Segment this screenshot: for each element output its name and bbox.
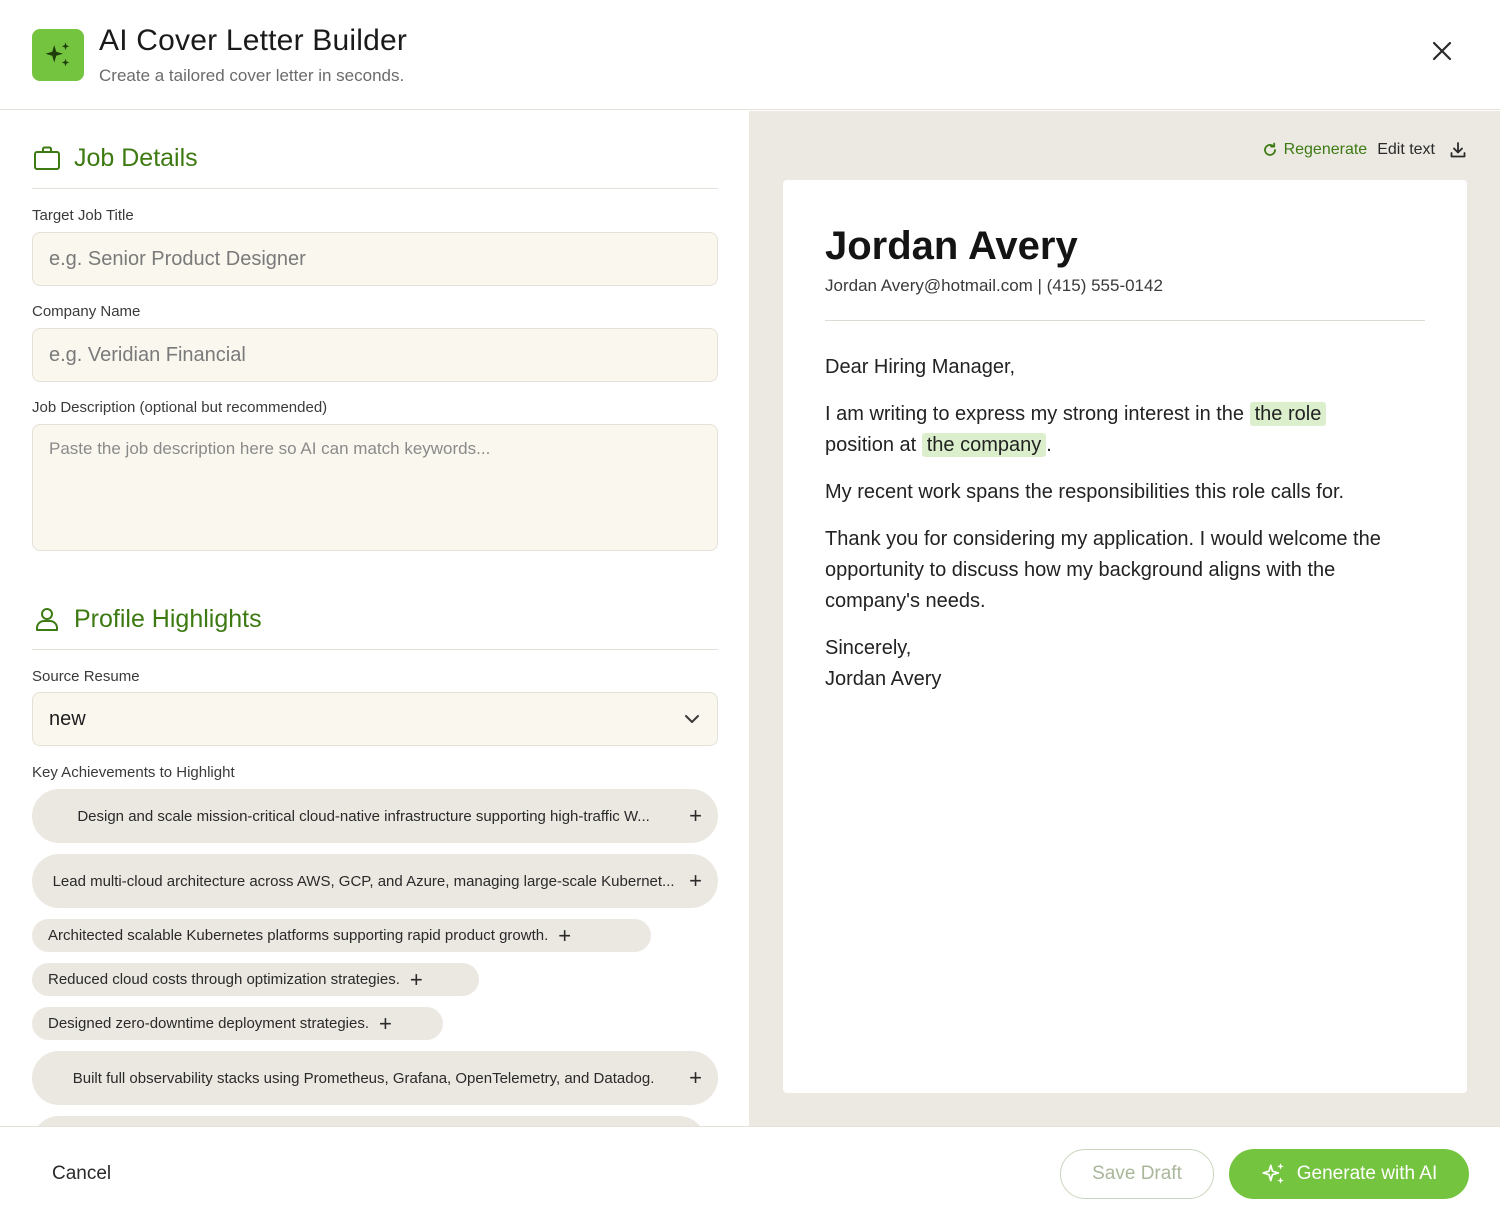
achievement-text: Architected scalable Kubernetes platform… bbox=[48, 927, 549, 944]
letter-preview: Jordan Avery Jordan Avery@hotmail.com | … bbox=[783, 180, 1467, 1093]
sparkles-icon bbox=[32, 29, 84, 81]
achievement-chip-partial[interactable] bbox=[32, 1116, 706, 1126]
letter-greeting: Dear Hiring Manager, bbox=[825, 356, 1016, 378]
plus-icon: + bbox=[689, 1065, 702, 1090]
plus-icon: + bbox=[689, 868, 702, 893]
letter-paragraph-intro: I am writing to express my strong intere… bbox=[825, 399, 1425, 461]
job-description-placeholder: Paste the job description here so AI can… bbox=[49, 439, 491, 458]
letter-contact: Jordan Avery@hotmail.com | (415) 555-014… bbox=[825, 276, 1163, 295]
profile-highlights-title: Profile Highlights bbox=[74, 605, 262, 633]
letter-closing: Sincerely, bbox=[825, 637, 912, 659]
regenerate-button[interactable]: Regenerate bbox=[1262, 141, 1368, 159]
achievement-text: Lead multi-cloud architecture across AWS… bbox=[52, 872, 675, 890]
achievement-chip[interactable]: Architected scalable Kubernetes platform… bbox=[32, 919, 651, 952]
achievement-text: Design and scale mission-critical cloud-… bbox=[77, 807, 650, 825]
achievement-text: Reduced cloud costs through optimization… bbox=[48, 971, 400, 988]
plus-icon: + bbox=[379, 1010, 392, 1036]
plus-icon: + bbox=[689, 803, 702, 828]
plus-icon: + bbox=[409, 966, 423, 992]
letter-paragraph-work: My recent work spans the responsibilitie… bbox=[825, 481, 1345, 503]
role-highlight: the role bbox=[1249, 402, 1327, 426]
letter-body: Dear Hiring Manager, I am writing to exp… bbox=[825, 352, 1425, 711]
briefcase-icon bbox=[34, 146, 60, 170]
generate-button[interactable]: Generate with AI bbox=[1229, 1149, 1469, 1199]
achievement-text: Designed zero-downtime deployment strate… bbox=[48, 1015, 369, 1032]
sparkles-icon bbox=[1262, 1163, 1284, 1184]
company-name-placeholder: e.g. Veridian Financial bbox=[49, 343, 246, 366]
source-resume-label: Source Resume bbox=[32, 668, 140, 685]
company-name-input[interactable]: e.g. Veridian Financial bbox=[32, 328, 718, 382]
modal-header: AI Cover Letter Builder Create a tailore… bbox=[0, 0, 1500, 110]
modal-footer: Cancel Save Draft Generate with AI bbox=[0, 1126, 1500, 1218]
save-draft-button[interactable]: Save Draft bbox=[1060, 1149, 1214, 1199]
close-icon bbox=[1432, 41, 1452, 61]
achievement-chip[interactable]: Reduced cloud costs through optimization… bbox=[32, 963, 479, 996]
form-panel: Job Details Target Job Title e.g. Senior… bbox=[0, 111, 749, 1126]
achievement-chip[interactable]: Built full observability stacks using Pr… bbox=[32, 1051, 718, 1105]
modal-subtitle: Create a tailored cover letter in second… bbox=[99, 66, 405, 85]
close-button[interactable] bbox=[1424, 33, 1460, 69]
intro-text: I am writing to express my strong intere… bbox=[825, 403, 1250, 425]
job-details-title: Job Details bbox=[74, 144, 198, 172]
achievement-chip[interactable]: Designed zero-downtime deployment strate… bbox=[32, 1007, 443, 1040]
letter-signoff: Sincerely, Jordan Avery bbox=[825, 633, 1425, 695]
intro-text-end: . bbox=[1046, 434, 1052, 456]
download-icon bbox=[1450, 142, 1466, 158]
letter-signature: Jordan Avery bbox=[825, 668, 942, 690]
company-name-label: Company Name bbox=[32, 303, 141, 320]
job-details-header: Job Details bbox=[32, 143, 718, 189]
source-resume-value: new bbox=[49, 707, 86, 730]
letter-paragraph-thanks: Thank you for considering my application… bbox=[825, 528, 1381, 612]
letter-divider bbox=[825, 320, 1425, 321]
plus-icon: + bbox=[558, 922, 572, 948]
cancel-button[interactable]: Cancel bbox=[52, 1163, 111, 1185]
letter-name: Jordan Avery bbox=[825, 224, 1078, 268]
achievement-chip[interactable]: Design and scale mission-critical cloud-… bbox=[32, 789, 718, 843]
job-title-placeholder: e.g. Senior Product Designer bbox=[49, 247, 306, 270]
intro-text-mid: position at bbox=[825, 434, 922, 456]
profile-highlights-header: Profile Highlights bbox=[32, 604, 718, 650]
download-button[interactable] bbox=[1449, 141, 1467, 159]
preview-panel: Regenerate Edit text Jordan Avery Jordan… bbox=[749, 111, 1500, 1126]
edit-text-button[interactable]: Edit text bbox=[1377, 141, 1435, 159]
generate-label: Generate with AI bbox=[1296, 1163, 1438, 1184]
refresh-icon bbox=[1263, 142, 1276, 156]
regenerate-label: Regenerate bbox=[1283, 141, 1368, 158]
achievements-label: Key Achievements to Highlight bbox=[32, 764, 235, 781]
job-description-label: Job Description (optional but recommende… bbox=[32, 399, 328, 416]
job-title-label: Target Job Title bbox=[32, 207, 134, 224]
achievement-chip[interactable]: Lead multi-cloud architecture across AWS… bbox=[32, 854, 718, 908]
source-resume-select[interactable]: new bbox=[32, 692, 718, 746]
cover-letter-modal: AI Cover Letter Builder Create a tailore… bbox=[0, 0, 1500, 1218]
job-title-input[interactable]: e.g. Senior Product Designer bbox=[32, 232, 718, 286]
preview-actions: Regenerate Edit text bbox=[1262, 141, 1467, 159]
achievement-text: Built full observability stacks using Pr… bbox=[72, 1069, 655, 1087]
save-draft-label: Save Draft bbox=[1092, 1163, 1182, 1184]
company-highlight: the company bbox=[921, 433, 1047, 457]
modal-title: AI Cover Letter Builder bbox=[99, 24, 408, 57]
job-description-textarea[interactable]: Paste the job description here so AI can… bbox=[32, 424, 718, 551]
user-icon bbox=[36, 608, 58, 631]
chevron-down-icon bbox=[685, 715, 699, 723]
